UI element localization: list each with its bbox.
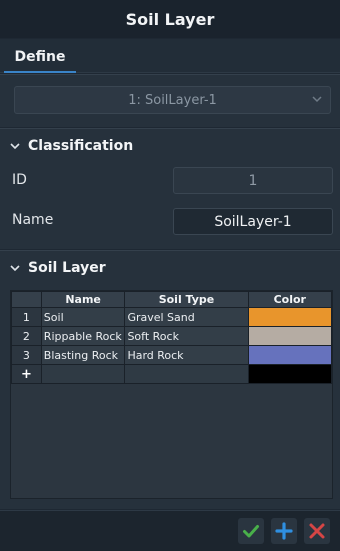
cell-color-swatch[interactable]	[247, 364, 333, 384]
soil-layer-select[interactable]: 1: SoilLayer-1	[14, 86, 331, 114]
chevron-down-icon	[312, 96, 322, 103]
footer-toolbar	[0, 510, 340, 551]
row-index: 2	[11, 326, 42, 346]
soil-layer-header[interactable]: Soil Layer	[10, 260, 106, 276]
select-value: 1: SoilLayer-1	[128, 92, 217, 108]
tab-strip: Define	[0, 39, 340, 73]
classification-header[interactable]: Classification	[10, 138, 133, 154]
chevron-down-icon	[10, 265, 20, 272]
soil-layer-section: Soil Layer Name Soil Type Color 1 Soil G…	[0, 250, 340, 509]
cell-name[interactable]: Rippable Rock	[40, 326, 126, 346]
name-field[interactable]: SoilLayer-1	[173, 208, 333, 235]
add-row-icon[interactable]: +	[11, 364, 42, 384]
ok-button[interactable]	[238, 518, 264, 544]
cell-soil-type[interactable]: Gravel Sand	[124, 307, 249, 327]
new-row[interactable]: +	[11, 364, 333, 384]
column-header-name[interactable]: Name	[40, 291, 126, 308]
table-row[interactable]: 2 Rippable Rock Soft Rock	[11, 326, 333, 346]
table-header-row: Name Soil Type Color	[11, 291, 333, 308]
cell-soil-type[interactable]: Hard Rock	[124, 345, 249, 365]
window-title: Soil Layer	[125, 9, 215, 29]
classification-section: Classification ID 1 Name SoilLayer-1	[0, 128, 340, 249]
chevron-down-icon	[10, 143, 20, 150]
row-index: 1	[11, 307, 42, 327]
add-button[interactable]	[271, 518, 297, 544]
title-bar: Soil Layer	[0, 0, 340, 38]
cell-soil-type[interactable]: Soft Rock	[124, 326, 249, 346]
cell-color-swatch[interactable]	[247, 307, 333, 327]
cell-name[interactable]: Soil	[40, 307, 126, 327]
table-row[interactable]: 1 Soil Gravel Sand	[11, 307, 333, 327]
column-header-soil-type[interactable]: Soil Type	[124, 291, 249, 308]
cancel-button[interactable]	[304, 518, 330, 544]
soil-layer-title: Soil Layer	[28, 260, 106, 276]
cell-soil-type[interactable]	[124, 364, 249, 384]
cell-name[interactable]	[40, 364, 126, 384]
name-label: Name	[12, 212, 54, 228]
cell-name[interactable]: Blasting Rock	[40, 345, 126, 365]
cell-color-swatch[interactable]	[247, 345, 333, 365]
column-header-index	[11, 291, 42, 308]
plus-icon	[275, 522, 293, 540]
close-icon	[309, 523, 325, 539]
check-icon	[243, 525, 259, 538]
soil-layer-table: Name Soil Type Color 1 Soil Gravel Sand …	[10, 290, 333, 499]
column-header-color[interactable]: Color	[247, 291, 333, 308]
id-label: ID	[12, 172, 27, 188]
table-row[interactable]: 3 Blasting Rock Hard Rock	[11, 345, 333, 365]
cell-color-swatch[interactable]	[247, 326, 333, 346]
selector-panel: 1: SoilLayer-1	[0, 74, 340, 127]
tab-define[interactable]: Define	[4, 43, 76, 73]
id-field: 1	[173, 167, 333, 194]
classification-title: Classification	[28, 138, 134, 154]
row-index: 3	[11, 345, 42, 365]
